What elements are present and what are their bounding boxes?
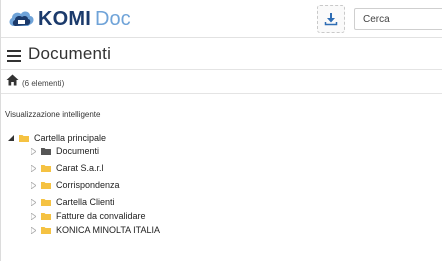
tree-node-carat[interactable]: Carat S.a.r.l bbox=[29, 162, 104, 174]
folder-icon bbox=[41, 181, 51, 189]
divider bbox=[1, 69, 442, 70]
cloud-icon bbox=[7, 7, 35, 31]
tree-node-label: Corrispondenza bbox=[56, 180, 120, 190]
search-input[interactable] bbox=[354, 8, 442, 30]
folder-icon bbox=[19, 134, 29, 142]
tree-node-documenti[interactable]: Documenti bbox=[29, 145, 99, 157]
download-icon bbox=[324, 13, 338, 26]
collapsed-triangle-icon[interactable] bbox=[29, 181, 37, 189]
logo-text-komi: KOMI bbox=[38, 7, 92, 30]
download-button[interactable] bbox=[317, 5, 345, 33]
tree-node-label: Fatture da convalidare bbox=[56, 211, 146, 221]
folder-icon bbox=[41, 226, 51, 234]
folder-icon bbox=[41, 164, 51, 172]
folder-icon bbox=[41, 198, 51, 206]
smart-view-label: Visualizzazione intelligente bbox=[5, 110, 101, 119]
tree-node-root[interactable]: Cartella principale bbox=[7, 132, 106, 144]
page-title: Documenti bbox=[28, 44, 112, 63]
tree-node-label: Carat S.a.r.l bbox=[56, 163, 104, 173]
top-header: KOMI Doc bbox=[1, 0, 442, 38]
tree-node-label: Documenti bbox=[56, 146, 100, 156]
tree-node-cartella-clienti[interactable]: Cartella Clienti bbox=[29, 196, 115, 208]
logo-text-doc: Doc bbox=[95, 7, 131, 30]
collapsed-triangle-icon[interactable] bbox=[29, 147, 37, 155]
komi-doc-logo[interactable]: KOMI Doc bbox=[7, 6, 131, 32]
tree-node-corrispondenza[interactable]: Corrispondenza bbox=[29, 179, 120, 191]
collapsed-triangle-icon[interactable] bbox=[29, 212, 37, 220]
tree-node-label: Cartella Clienti bbox=[56, 197, 115, 207]
expanded-triangle-icon[interactable] bbox=[7, 134, 15, 142]
folder-icon bbox=[41, 212, 51, 220]
collapsed-triangle-icon[interactable] bbox=[29, 198, 37, 206]
folder-dark-icon bbox=[41, 147, 51, 155]
home-icon[interactable] bbox=[6, 73, 19, 86]
tree-node-konica[interactable]: KONICA MINOLTA ITALIA bbox=[29, 224, 160, 236]
collapsed-triangle-icon[interactable] bbox=[29, 226, 37, 234]
tree-node-fatture[interactable]: Fatture da convalidare bbox=[29, 210, 146, 222]
divider bbox=[1, 93, 442, 94]
element-count: (6 elementi) bbox=[22, 79, 65, 88]
tree-node-label: Cartella principale bbox=[34, 133, 107, 143]
hamburger-menu-icon[interactable] bbox=[7, 50, 21, 62]
collapsed-triangle-icon[interactable] bbox=[29, 164, 37, 172]
app-window: KOMI Doc Documenti (6 elementi) Visualiz… bbox=[0, 0, 442, 261]
tree-node-label: KONICA MINOLTA ITALIA bbox=[56, 225, 161, 235]
